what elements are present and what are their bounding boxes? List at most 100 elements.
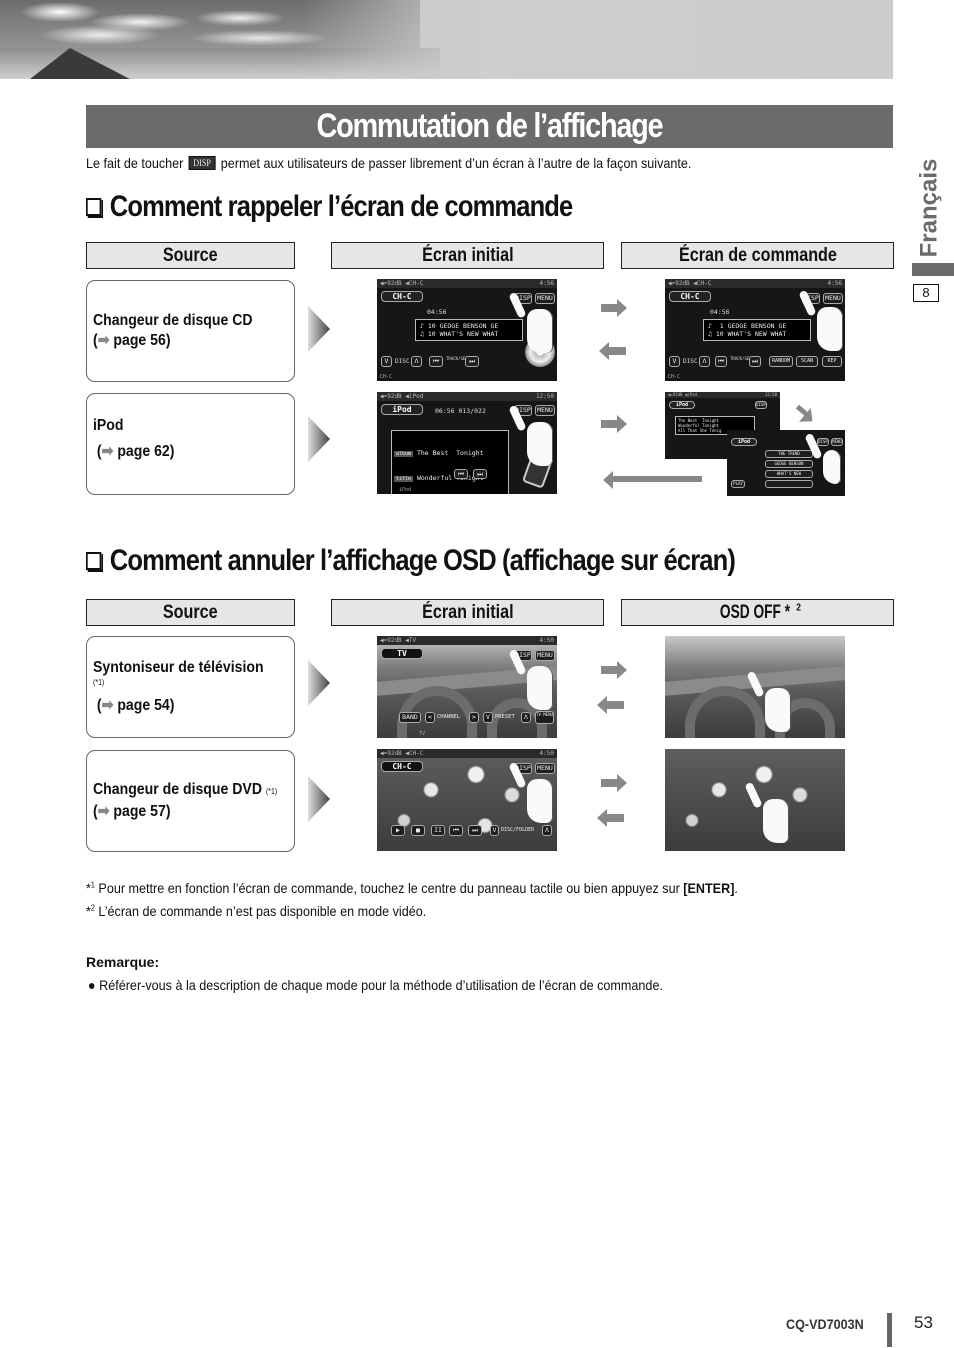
disc-up-button[interactable]: Λ — [699, 356, 710, 367]
intro-after: permet aux utilisateurs de passer librem… — [220, 155, 692, 171]
section-heading-osd: Comment annuler l’affichage OSD (afficha… — [86, 544, 736, 578]
arrow-right-icon — [601, 661, 627, 679]
page-reference[interactable]: (➡ page 57) — [93, 802, 265, 822]
info-line: The Best Tonight — [416, 449, 484, 457]
side-tab-bar — [912, 263, 954, 276]
play-button[interactable]: ▶ — [391, 825, 405, 836]
touch-hand-icon — [527, 422, 553, 466]
info-line: ♫ 10 WHAT'S NEW WHAT — [420, 330, 499, 338]
list-item[interactable]: THE TREND — [765, 450, 813, 458]
footnote-2: *2 L’écran de commande n’est pas disponi… — [86, 903, 427, 919]
page-ref-text: page 57 — [113, 803, 166, 820]
repeat-button[interactable]: REP — [822, 356, 842, 367]
screen-footer: CH-C — [668, 374, 681, 380]
touch-hand-icon — [527, 779, 553, 823]
status-bar: ◀=92dB ◀CH-C 4:56 — [377, 279, 557, 288]
channel-down-button[interactable]: < — [425, 712, 435, 723]
play-button[interactable]: PLAY — [731, 480, 745, 488]
page-number: 53 — [914, 1313, 933, 1332]
remark-heading: Remarque: — [86, 954, 160, 970]
prev-track-button[interactable]: ⏮ — [715, 356, 727, 367]
band-button[interactable]: BAND — [399, 712, 421, 723]
disp-button[interactable]: DISP — [755, 401, 767, 409]
column-header-label: Écran initial — [421, 601, 514, 623]
random-button[interactable]: RANDOM — [769, 356, 793, 367]
disc-down-button[interactable]: V — [490, 825, 499, 836]
status-clock: 12:50 — [764, 392, 777, 397]
prev-track-button[interactable]: ⏮ — [454, 469, 468, 479]
banner-fade — [300, 0, 480, 79]
footnote-mark: 1 — [90, 880, 95, 890]
menu-button[interactable]: MENU — [831, 438, 843, 446]
track-time-counter: 06:56 013/022 — [435, 407, 486, 415]
list-item[interactable] — [765, 480, 813, 488]
screen-cd-command: ◀=92dB ◀CH-C 4:56 CH-C DISP MENU 04:56 ♪ … — [665, 279, 845, 381]
model-number: CQ-VD7003N — [786, 1316, 864, 1332]
status-clock: 12:50 — [535, 393, 554, 400]
track-info-panel: album The Best Tonight title Wonderful T… — [391, 430, 509, 494]
screen-dvd-osd-off — [665, 749, 845, 851]
arrow-right-icon — [601, 415, 627, 433]
prev-chapter-button[interactable]: ⏮ — [449, 825, 463, 836]
page-ref-text: page 54 — [117, 697, 170, 714]
next-track-button[interactable]: ⏭ — [749, 356, 761, 367]
status-left: ◀=92dB ◀TV — [380, 637, 417, 644]
disp-button[interactable]: DISP — [817, 438, 829, 446]
column-header-command-screen: Écran de commande — [621, 242, 894, 269]
disc-down-button[interactable]: V — [381, 356, 392, 367]
disc-up-button[interactable]: Λ — [411, 356, 422, 367]
touch-hand-icon — [817, 307, 843, 351]
track-search-label: TRACK/SEARCH — [730, 356, 759, 361]
menu-button[interactable]: MENU — [535, 650, 555, 661]
disc-up-button[interactable]: Λ — [542, 825, 552, 836]
chevron-right-icon — [308, 776, 330, 822]
column-header-label: Écran initial — [421, 244, 514, 266]
menu-button[interactable]: MENU — [535, 763, 555, 774]
chevron-right-icon — [308, 416, 330, 462]
next-track-button[interactable]: ⏭ — [465, 356, 479, 367]
language-label-wrap: Français — [914, 158, 944, 258]
status-clock: 4:50 — [539, 750, 554, 757]
screen-ipod-initial: ◀=92dB ◀iPod 12:50 iPod 06:56 013/022 DIS… — [377, 392, 557, 494]
next-track-button[interactable]: ⏭ — [473, 469, 487, 479]
status-left: ◀=92dB ◀CH-C — [380, 750, 424, 757]
preset-down-button[interactable]: V — [483, 712, 493, 723]
page-reference[interactable]: (➡ page 56) — [93, 331, 265, 351]
page-ref-text: page 62 — [117, 443, 170, 460]
touch-hand-icon — [763, 799, 789, 843]
screen-dvd-initial: ◀=92dB ◀CH-C 4:50 CH-C DISP MENU ▶ ■ II ⏮… — [377, 749, 557, 851]
page-reference[interactable]: (➡ page 54) — [93, 696, 265, 716]
list-item[interactable]: WHAT'S NEW — [765, 470, 813, 478]
footnote-1: *1 Pour mettre en fonction l’écran de co… — [86, 880, 738, 896]
source-name: iPod — [93, 417, 124, 434]
source-label: CH-C — [381, 761, 423, 772]
page-reference[interactable]: (➡ page 62) — [93, 442, 265, 462]
arrow-right-icon — [601, 299, 627, 317]
status-left: ◀=92dB ◀CH-C — [380, 280, 424, 287]
chevron-right-icon — [308, 306, 330, 352]
prev-track-button[interactable]: ⏮ — [429, 356, 443, 367]
section-heading-text: Comment rappeler l’écran de commande — [109, 190, 573, 223]
footnote-ref: (*1) — [93, 678, 105, 687]
status-bar: ◀=92dB ◀CH-C 4:50 — [377, 749, 557, 758]
scan-button[interactable]: SCAN — [796, 356, 818, 367]
info-row-album: album The Best Tonight — [394, 449, 506, 458]
stop-button[interactable]: ■ — [411, 825, 425, 836]
track-info-panel: ♪ 10 GEDGE BENSON GE ♫ 10 WHAT'S NEW WHAT — [415, 319, 523, 341]
menu-button[interactable]: MENU — [535, 405, 555, 416]
arrow-left-icon — [603, 471, 702, 489]
channel-up-button[interactable]: > — [469, 712, 479, 723]
menu-button[interactable]: MENU — [535, 293, 555, 304]
column-header-label: Source — [163, 601, 218, 623]
menu-button[interactable]: MENU — [823, 293, 843, 304]
next-chapter-button[interactable]: ⏭ — [468, 825, 482, 836]
list-item[interactable]: GEDGE BENSON — [765, 460, 813, 468]
preset-up-button[interactable]: Λ — [521, 712, 531, 723]
tv-menu-button[interactable]: TV MENU — [535, 711, 554, 724]
disc-down-button[interactable]: V — [669, 356, 680, 367]
status-clock: 4:56 — [827, 280, 842, 287]
track-search-label: TRACK/SEARCH — [446, 356, 475, 361]
pause-button[interactable]: II — [431, 825, 445, 836]
remark-item: ● Référer-vous à la description de chaqu… — [88, 977, 663, 993]
info-row-title: title Wonderful Tonight — [394, 474, 506, 483]
